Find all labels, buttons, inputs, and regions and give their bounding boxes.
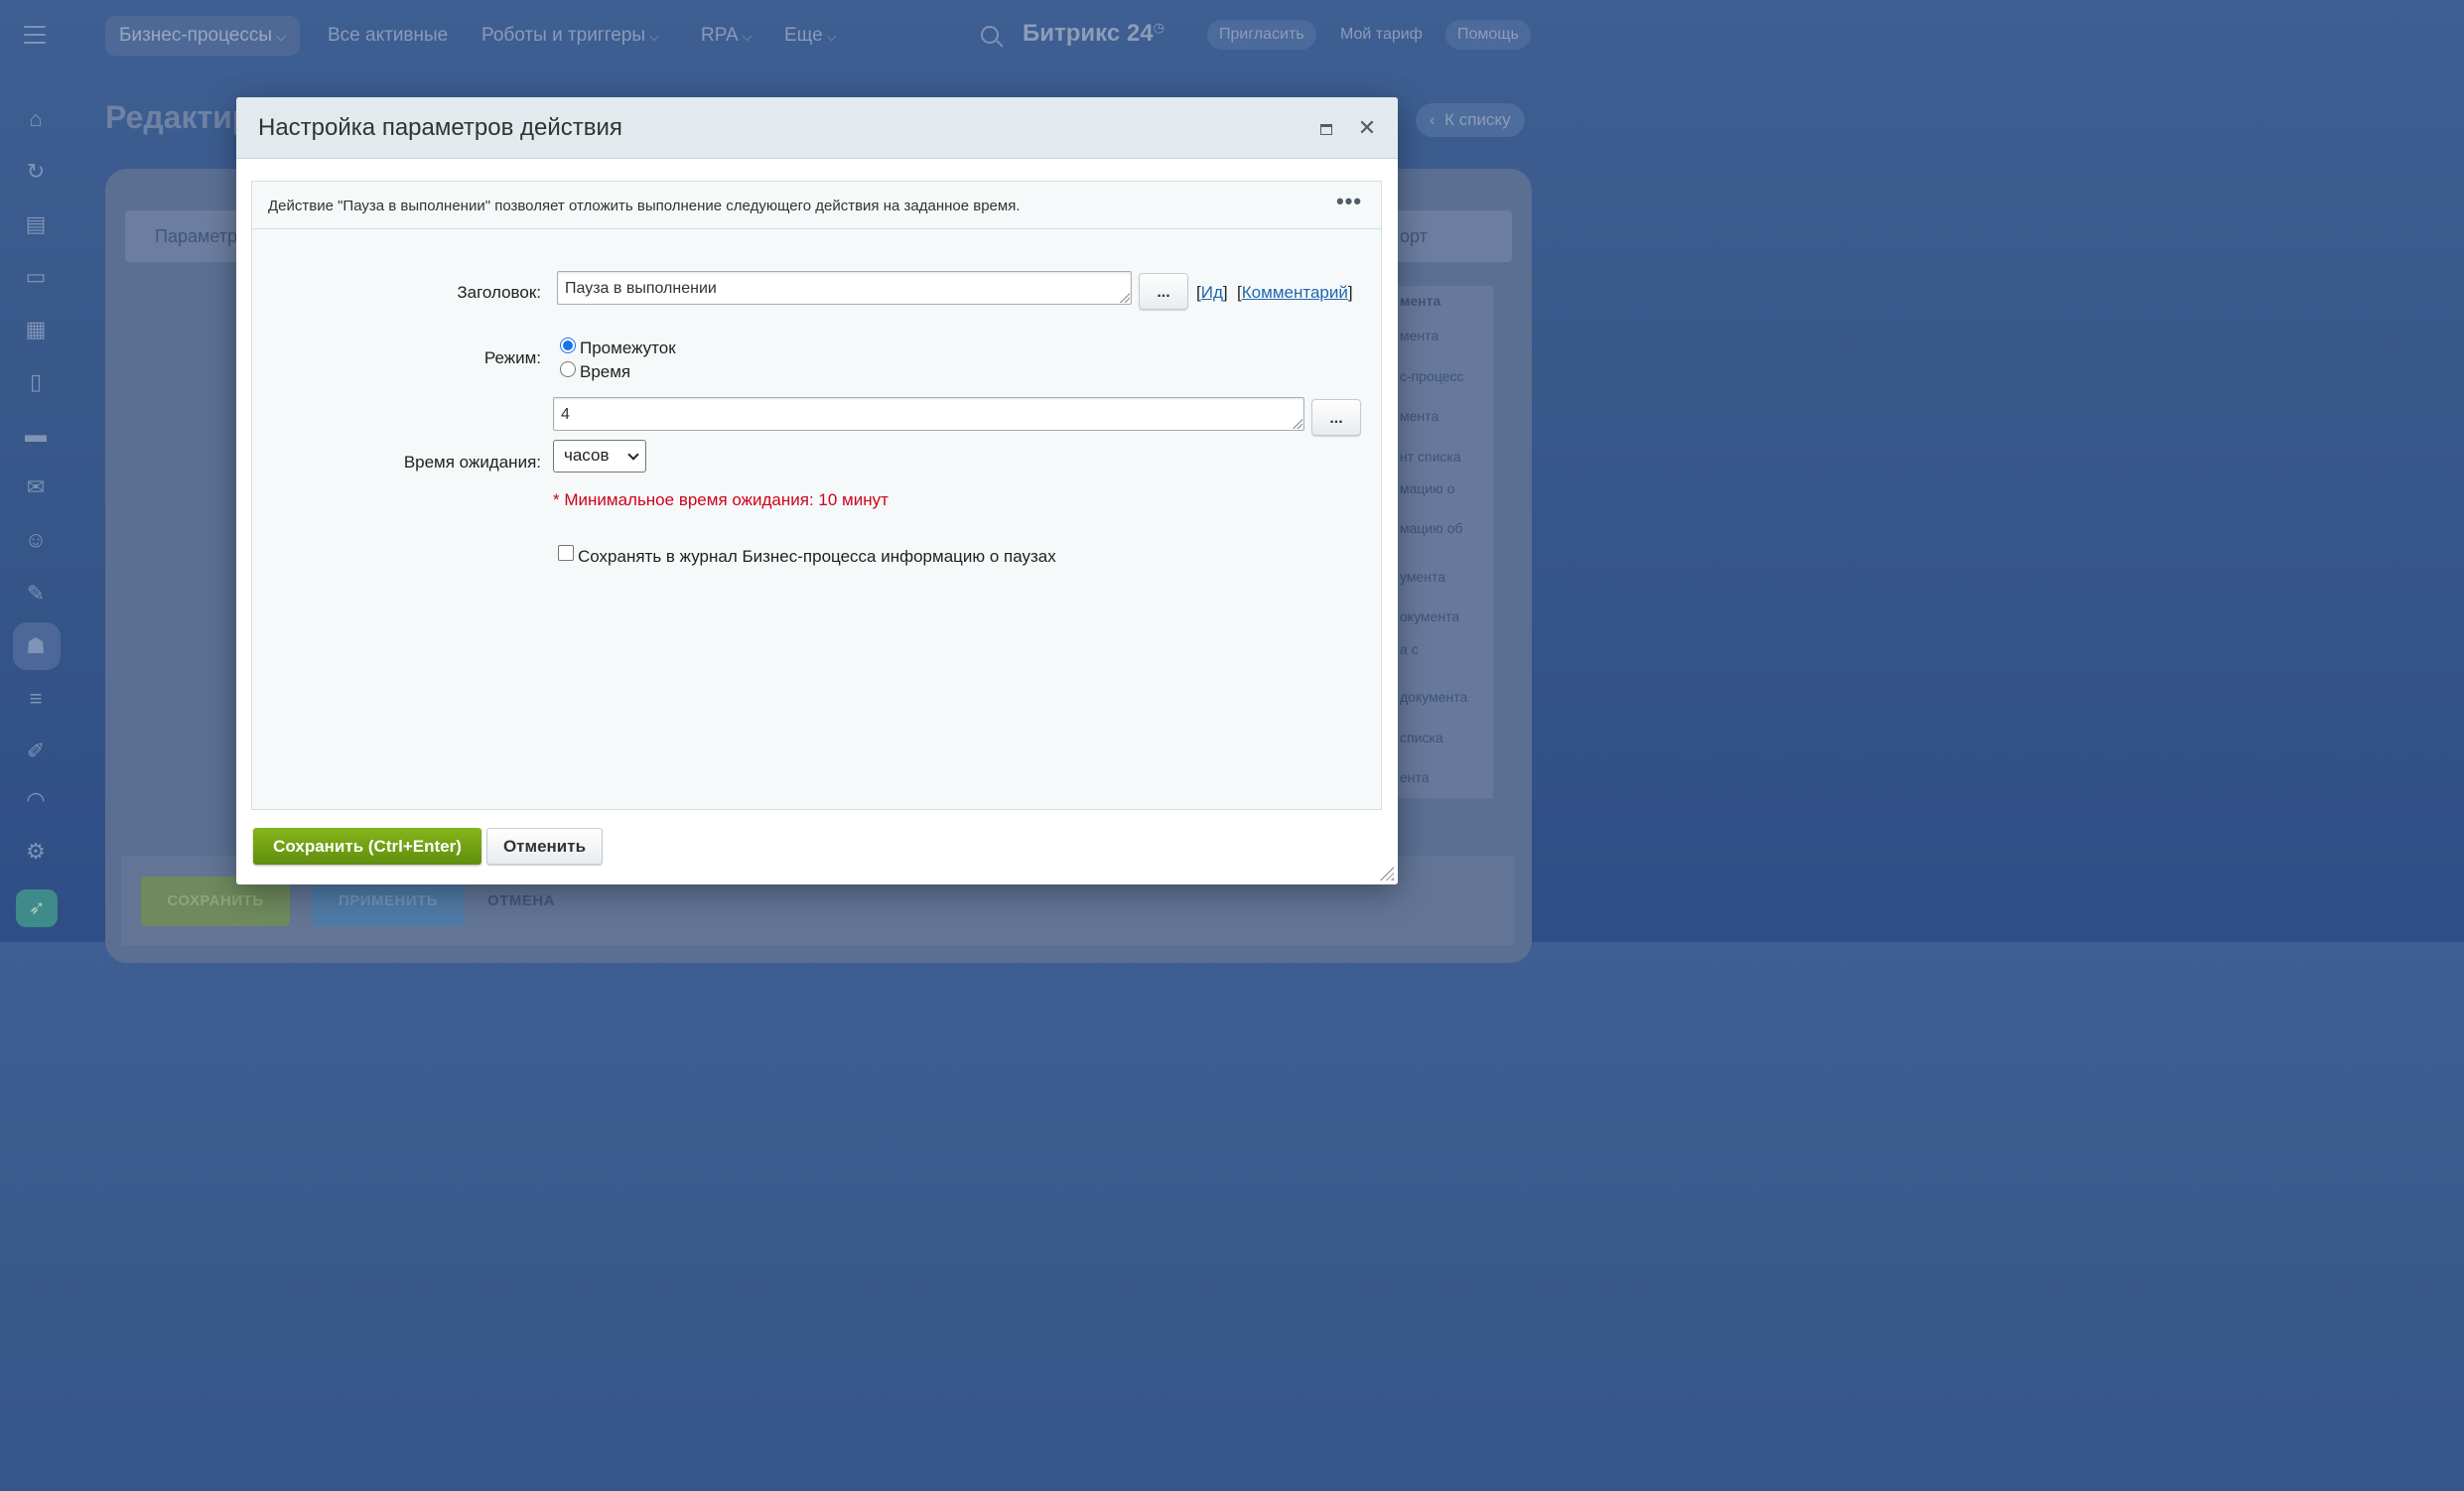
search-icon[interactable] [981, 26, 999, 44]
edit-doc-icon[interactable]: ✐ [22, 738, 50, 765]
mode-interval-radio[interactable] [560, 338, 576, 353]
tasks-icon[interactable]: ▤ [22, 210, 50, 238]
close-icon[interactable]: ✕ [1354, 115, 1380, 141]
resize-handle-icon[interactable] [1293, 419, 1302, 429]
filter-icon[interactable]: ≡ [22, 685, 50, 713]
invite-button[interactable]: Пригласить [1207, 20, 1316, 50]
wait-label: Время ожидания: [403, 453, 541, 472]
list-item[interactable]: мацию об [1400, 520, 1462, 536]
tab-parameters[interactable]: Параметр [155, 226, 237, 247]
title-dots-button[interactable]: ... [1139, 273, 1188, 310]
mode-label: Режим: [483, 348, 541, 367]
rocket-icon[interactable]: ➶ [16, 889, 58, 927]
title-input[interactable]: Пауза в выполнении [557, 271, 1132, 305]
tariff-button[interactable]: Мой тариф [1328, 20, 1435, 50]
list-item[interactable]: ента [1400, 769, 1430, 785]
min-time-hint: * Минимальное время ожидания: 10 минут [553, 490, 889, 509]
dialog-content: Действие "Пауза в выполнении" позволяет … [251, 181, 1382, 810]
calendar-icon[interactable]: ▦ [22, 316, 50, 343]
tab-label: Еще [784, 25, 823, 46]
back-label: К списку [1444, 110, 1511, 129]
mail-icon[interactable]: ✉ [22, 474, 50, 501]
tab-rpa[interactable]: RPA ⌵ [701, 16, 753, 56]
more-icon[interactable]: ••• [1332, 191, 1366, 217]
mode-time-radio[interactable] [560, 361, 576, 377]
settings-icon[interactable]: ⚙ [22, 838, 50, 866]
title-links: [Ид] [Комментарий] [1196, 283, 1353, 302]
dialog-title: Настройка параметров действия [258, 114, 622, 141]
actions-list [1394, 286, 1493, 798]
log-pauses-label[interactable]: Сохранять в журнал Бизнес-процесса инфор… [578, 547, 1056, 567]
maximize-icon[interactable] [1320, 124, 1332, 135]
description-bar: Действие "Пауза в выполнении" позволяет … [252, 182, 1381, 229]
chevron-down-icon: ⌵ [826, 29, 837, 44]
tab-robots-triggers[interactable]: Роботы и триггеры ⌵ [481, 16, 659, 56]
save-button[interactable]: Сохранить (Ctrl+Enter) [253, 828, 481, 865]
contacts-icon[interactable]: ☺ [22, 526, 50, 554]
list-item[interactable]: мацию о [1400, 480, 1454, 496]
tab-export[interactable]: орт [1400, 226, 1428, 247]
menu-icon[interactable] [24, 26, 46, 44]
feed-icon[interactable]: ↻ [22, 158, 50, 186]
drive-icon[interactable]: ▬ [22, 421, 50, 449]
list-header: мента [1400, 293, 1441, 309]
list-item[interactable]: мента [1400, 408, 1438, 424]
list-item[interactable]: умента [1400, 569, 1445, 585]
wait-dots-button[interactable]: ... [1311, 399, 1361, 436]
automation-icon[interactable]: ☗ [22, 632, 50, 660]
list-item[interactable]: а с [1400, 641, 1419, 657]
chevron-down-icon [627, 449, 639, 461]
dialog-resize-icon[interactable] [1380, 867, 1394, 881]
list-item[interactable]: списка [1400, 730, 1443, 746]
list-item[interactable]: мента [1400, 328, 1438, 343]
dialog-header: Настройка параметров действия ✕ [236, 97, 1398, 159]
chevron-down-icon: ⌵ [649, 29, 659, 44]
brand-logo: Битрикс 24◷ [1023, 20, 1164, 48]
sign-icon[interactable]: ✎ [22, 580, 50, 608]
wait-unit-select[interactable]: часов [553, 440, 646, 473]
list-item[interactable]: документа [1400, 689, 1467, 705]
tab-label: Все активные [328, 25, 449, 46]
log-pauses-checkbox[interactable] [558, 545, 574, 561]
mode-interval-label[interactable]: Промежуток [580, 339, 676, 358]
tab-label: Роботы и триггеры [481, 25, 646, 46]
comment-link[interactable]: Комментарий [1242, 283, 1348, 302]
help-button[interactable]: Помощь [1445, 20, 1531, 50]
document-icon[interactable]: ▯ [22, 368, 50, 396]
speed-icon[interactable]: ◠ [22, 786, 50, 814]
chevron-down-icon: ⌵ [742, 29, 753, 44]
home-icon[interactable]: ⌂ [22, 105, 50, 133]
page-title: Редактир [105, 99, 252, 135]
resize-handle-icon[interactable] [1120, 293, 1130, 303]
tab-label: Бизнес-процессы [119, 25, 272, 46]
back-to-list-button[interactable]: ‹ К списку [1416, 103, 1525, 137]
title-label: Заголовок: [457, 283, 541, 302]
wait-value: 4 [561, 406, 570, 423]
tab-more[interactable]: Еще ⌵ [784, 16, 837, 56]
id-link[interactable]: Ид [1201, 283, 1223, 302]
clock-icon: ◷ [1153, 20, 1164, 35]
chat-icon[interactable]: ▭ [22, 263, 50, 291]
list-item[interactable]: окумента [1400, 609, 1459, 624]
action-description: Действие "Пауза в выполнении" позволяет … [268, 198, 1021, 214]
action-settings-dialog: Настройка параметров действия ✕ Действие… [236, 97, 1398, 884]
tab-business-processes[interactable]: Бизнес-процессы ⌵ [105, 16, 300, 56]
title-input-value: Пауза в выполнении [565, 280, 717, 297]
tab-all-active[interactable]: Все активные [328, 16, 448, 56]
list-item[interactable]: нт списка [1400, 449, 1461, 465]
brand-text: Битрикс 24 [1023, 20, 1154, 47]
chevron-left-icon: ‹ [1430, 110, 1445, 129]
cancel-button[interactable]: Отменить [486, 828, 603, 865]
list-item[interactable]: с-процесс [1400, 368, 1463, 384]
mode-time-label[interactable]: Время [580, 362, 630, 382]
chevron-down-icon: ⌵ [276, 29, 286, 44]
tab-label: RPA [701, 25, 739, 46]
wait-unit-value: часов [564, 446, 610, 465]
wait-value-input[interactable]: 4 [553, 397, 1304, 431]
